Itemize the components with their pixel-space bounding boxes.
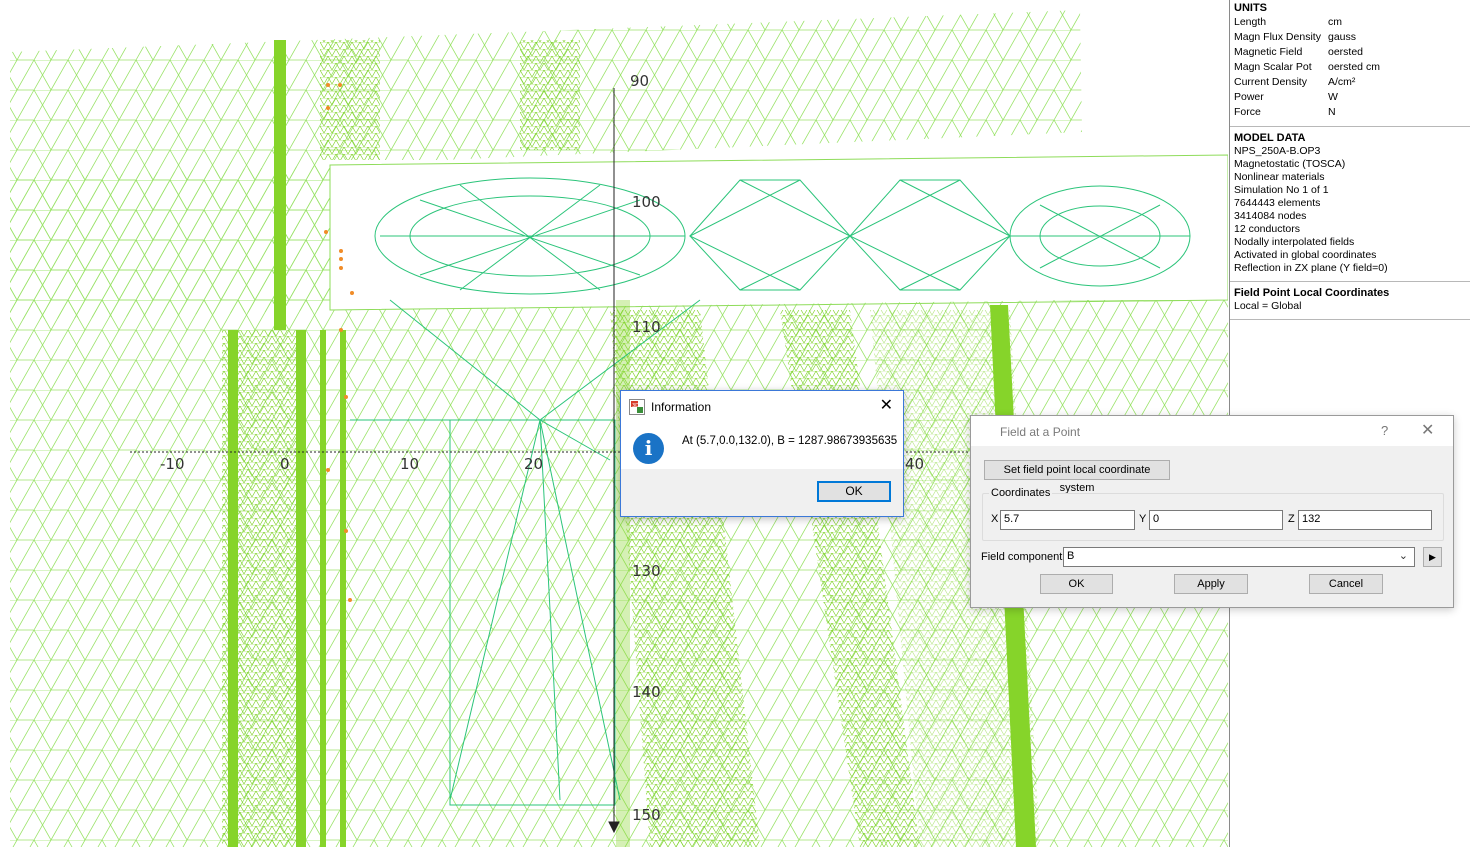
axis-label-h-20: 20 <box>524 455 544 473</box>
field-component-label: Field component <box>981 551 1063 563</box>
model-line: NPS_250A-B.OP3 <box>1234 145 1321 157</box>
unit-value: gauss <box>1328 31 1357 43</box>
x-input[interactable]: 5.7 <box>1000 510 1135 530</box>
model-line: 3414084 nodes <box>1234 210 1307 222</box>
help-icon[interactable]: ? <box>1381 423 1388 438</box>
axis-label-h-10: 10 <box>400 455 420 473</box>
set-local-coordinate-system-button[interactable]: Set field point local coordinate system <box>984 460 1170 494</box>
field-point-heading: Field Point Local Coordinates <box>1234 287 1390 299</box>
unit-key: Length <box>1234 16 1267 28</box>
field-point-section: Field Point Local Coordinates Local = Gl… <box>1230 285 1470 320</box>
unit-value: A/cm² <box>1328 76 1356 88</box>
model-line: 7644443 elements <box>1234 197 1321 209</box>
axis-label-v-90: 90 <box>630 72 650 90</box>
field-at-point-dialog[interactable]: Field at a Point ? ✕ Set field point loc… <box>970 415 1454 608</box>
units-section: UNITS Length cm Magn Flux Density gauss Ma… <box>1230 0 1470 127</box>
units-heading: UNITS <box>1234 2 1267 14</box>
x-label: X <box>991 513 999 525</box>
information-dialog[interactable]: 3D Information ✕ i At (5.7,0.0,132.0), B… <box>620 390 904 517</box>
unit-value: oersted cm <box>1328 61 1380 73</box>
model-line: Reflection in ZX plane (Y field=0) <box>1234 262 1388 274</box>
ok-button[interactable]: OK <box>1040 574 1113 594</box>
chevron-down-icon: ⌄ <box>1398 550 1408 562</box>
play-arrow-icon[interactable]: ▶ <box>1423 547 1442 567</box>
y-input[interactable]: 0 <box>1149 510 1283 530</box>
unit-row-current: Current Density A/cm² <box>1234 75 1470 90</box>
close-icon[interactable]: ✕ <box>880 397 893 415</box>
unit-key: Force <box>1234 106 1261 118</box>
unit-value: N <box>1328 106 1336 118</box>
unit-row-length: Length cm <box>1234 15 1470 30</box>
unit-value: W <box>1328 91 1338 103</box>
unit-key: Current Density <box>1234 76 1307 88</box>
unit-key: Power <box>1234 91 1264 103</box>
field-dialog-title: Field at a Point <box>1000 425 1081 439</box>
model-line: Nonlinear materials <box>1234 171 1325 183</box>
unit-row-flux: Magn Flux Density gauss <box>1234 30 1470 45</box>
unit-value: cm <box>1328 16 1342 28</box>
unit-row-power: Power W <box>1234 90 1470 105</box>
unit-key: Magnetic Field <box>1234 46 1303 58</box>
information-body: i At (5.7,0.0,132.0), B = 1287.986739356… <box>621 423 903 468</box>
information-title: Information <box>651 400 712 414</box>
unit-value: oersted <box>1328 46 1364 58</box>
coordinates-legend: Coordinates <box>989 487 1053 499</box>
information-footer: OK <box>621 469 903 516</box>
opera-app-icon: 3D <box>629 399 645 415</box>
axis-label-v-100: 100 <box>632 193 661 211</box>
information-titlebar[interactable]: 3D Information ✕ <box>621 391 903 423</box>
model-line: Simulation No 1 of 1 <box>1234 184 1329 196</box>
axis-label-h-40: 40 <box>905 455 925 473</box>
field-component-value: B <box>1067 550 1075 562</box>
model-line: Nodally interpolated fields <box>1234 236 1355 248</box>
model-data-heading: MODEL DATA <box>1234 132 1306 144</box>
unit-row-force: Force N <box>1234 105 1470 120</box>
unit-key: Magn Flux Density <box>1234 31 1321 43</box>
close-icon[interactable]: ✕ <box>1421 420 1434 440</box>
info-icon: i <box>633 433 664 464</box>
axis-label-h-minus10: -10 <box>160 455 185 473</box>
unit-row-field: Magnetic Field oersted <box>1234 45 1470 60</box>
axis-label-v-130: 130 <box>632 562 661 580</box>
information-message: At (5.7,0.0,132.0), B = 1287.98673935635 <box>682 435 898 447</box>
axis-label-v-150: 150 <box>632 806 661 824</box>
axis-label-v-110: 110 <box>632 318 661 336</box>
field-dialog-titlebar[interactable]: Field at a Point ? ✕ <box>971 416 1453 446</box>
model-line: 12 conductors <box>1234 223 1300 235</box>
apply-button[interactable]: Apply <box>1174 574 1248 594</box>
axis-label-v-140: 140 <box>632 683 661 701</box>
cancel-button[interactable]: Cancel <box>1309 574 1383 594</box>
axis-label-h-0: 0 <box>280 455 290 473</box>
unit-row-scalar-pot: Magn Scalar Pot oersted cm <box>1234 60 1470 75</box>
model-line: Magnetostatic (TOSCA) <box>1234 158 1346 170</box>
svg-text:3D: 3D <box>632 403 639 409</box>
unit-key: Magn Scalar Pot <box>1234 61 1312 73</box>
y-label: Y <box>1139 513 1147 525</box>
field-component-select[interactable]: B ⌄ <box>1063 547 1415 567</box>
ok-button[interactable]: OK <box>817 481 891 502</box>
model-line: Activated in global coordinates <box>1234 249 1377 261</box>
model-data-section: MODEL DATA NPS_250A-B.OP3 Magnetostatic … <box>1230 130 1470 282</box>
z-label: Z <box>1288 513 1295 525</box>
z-input[interactable]: 132 <box>1298 510 1432 530</box>
field-point-line: Local = Global <box>1234 300 1302 312</box>
